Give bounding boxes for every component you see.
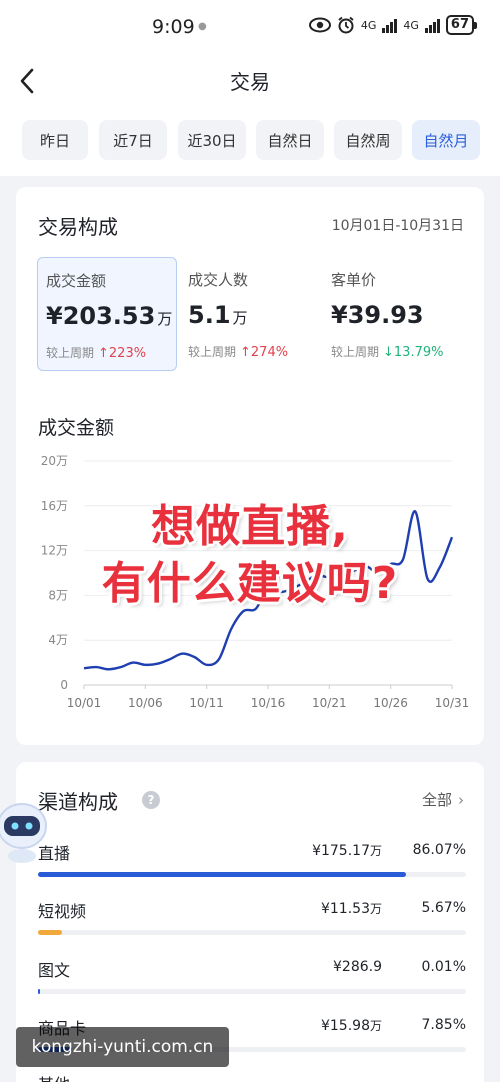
- tab-last-30-days[interactable]: 近30日: [178, 120, 246, 160]
- chart-title: 成交金额: [38, 417, 115, 439]
- channel-amount: ¥15.98万: [320, 1018, 382, 1034]
- channel-title: 渠道构成: [38, 790, 118, 814]
- channel-name: 图文: [38, 961, 71, 980]
- metric-avg-order[interactable]: 客单价 ¥39.93 较上周期 ↓13.79%: [323, 257, 463, 371]
- x-tick-label: 10/16: [251, 696, 286, 710]
- notification-dot-icon: ●: [198, 21, 207, 32]
- x-tick-label: 10/31: [435, 696, 470, 710]
- x-tick-label: 10/11: [189, 696, 224, 710]
- status-bar: 9:09 ● 4G 4G 67: [0, 0, 500, 56]
- channel-name: 其他: [38, 1071, 70, 1082]
- progress-fill: [38, 989, 41, 994]
- overlay-caption-line-1: 想做直播,: [151, 501, 349, 552]
- tab-yesterday[interactable]: 昨日: [22, 120, 88, 160]
- channel-amount: ¥175.17万: [312, 843, 382, 859]
- nav-header: 交易: [0, 56, 500, 106]
- signal-4g-label-1: 4G: [360, 18, 377, 32]
- channel-percent: 0.01%: [421, 959, 466, 975]
- x-tick-label: 10/21: [312, 696, 347, 710]
- y-tick-label: 0: [60, 678, 68, 692]
- channel-name: 短视频: [38, 902, 87, 921]
- alarm-icon: [338, 16, 354, 34]
- metric-compare: 较上周期 ↓13.79%: [331, 345, 444, 360]
- help-icon[interactable]: ?: [142, 791, 160, 809]
- change-up: ↑223%: [98, 346, 147, 361]
- metric-value: ¥203.53 万: [46, 302, 173, 330]
- metric-label: 客单价: [331, 271, 377, 289]
- status-time: 9:09: [152, 16, 195, 38]
- channel-percent: 86.07%: [412, 842, 466, 858]
- progress-track: [38, 989, 466, 994]
- metric-buyers[interactable]: 成交人数 5.1 万 较上周期 ↑274%: [180, 257, 320, 371]
- view-all-link[interactable]: 全部 ›: [422, 789, 464, 810]
- tab-natural-day[interactable]: 自然日: [256, 120, 324, 160]
- signal-icon: [382, 17, 398, 33]
- metric-value: 5.1 万: [188, 301, 248, 329]
- metric-label: 成交金额: [46, 272, 107, 290]
- progress-fill: [38, 930, 63, 935]
- change-down: ↓13.79%: [383, 345, 444, 360]
- change-up: ↑274%: [240, 345, 289, 360]
- channel-row-short-video[interactable]: 短视频 ¥11.53万 5.67%: [38, 898, 466, 956]
- channel-row-live[interactable]: 直播 ¥175.17万 86.07%: [38, 840, 466, 898]
- chevron-right-icon: ›: [458, 791, 464, 809]
- eye-icon: [308, 17, 331, 33]
- signal-4g-label-2: 4G: [403, 18, 419, 32]
- date-range: 10月01日-10月31日: [331, 218, 464, 234]
- channel-row-other[interactable]: 其他: [38, 1071, 466, 1082]
- signal-icon-2: [424, 17, 440, 33]
- metric-compare: 较上周期 ↑223%: [46, 346, 147, 361]
- x-tick-label: 10/26: [373, 696, 408, 710]
- overlay-caption-line-2: 有什么建议吗?: [101, 558, 399, 609]
- y-tick-label: 4万: [48, 633, 68, 647]
- channel-percent: 5.67%: [421, 900, 466, 916]
- page-title: 交易: [230, 70, 270, 94]
- metric-gmv[interactable]: 成交金额 ¥203.53 万 较上周期 ↑223%: [37, 257, 177, 371]
- channel-row-image-text[interactable]: 图文 ¥286.9 0.01%: [38, 957, 466, 1015]
- transaction-composition-card: 交易构成 10月01日-10月31日 成交金额 ¥203.53 万 较上周期 ↑22…: [16, 187, 484, 745]
- period-tabs: 昨日 近7日 近30日 自然日 自然周 自然月: [0, 106, 500, 176]
- status-icons: 4G 4G 67: [308, 15, 478, 35]
- channel-amount: ¥286.9: [333, 959, 382, 975]
- tab-natural-week[interactable]: 自然周: [334, 120, 402, 160]
- progress-fill: [38, 872, 407, 877]
- progress-track: [38, 930, 466, 935]
- tab-last-7-days[interactable]: 近7日: [99, 120, 167, 160]
- channel-amount: ¥11.53万: [320, 901, 382, 917]
- watermark: kongzhi-yunti.com.cn: [16, 1027, 229, 1067]
- metric-compare: 较上周期 ↑274%: [188, 345, 289, 360]
- battery-icon: 67: [445, 15, 478, 35]
- metric-label: 成交人数: [188, 271, 249, 289]
- assistant-robot-icon[interactable]: [0, 796, 50, 866]
- y-tick-label: 20万: [41, 454, 68, 468]
- progress-track: [38, 872, 466, 877]
- composition-title: 交易构成: [38, 215, 118, 239]
- tab-natural-month[interactable]: 自然月: [412, 120, 480, 160]
- metric-value: ¥39.93: [331, 301, 424, 329]
- channel-percent: 7.85%: [421, 1017, 466, 1033]
- x-tick-label: 10/06: [128, 696, 163, 710]
- x-tick-label: 10/01: [67, 696, 102, 710]
